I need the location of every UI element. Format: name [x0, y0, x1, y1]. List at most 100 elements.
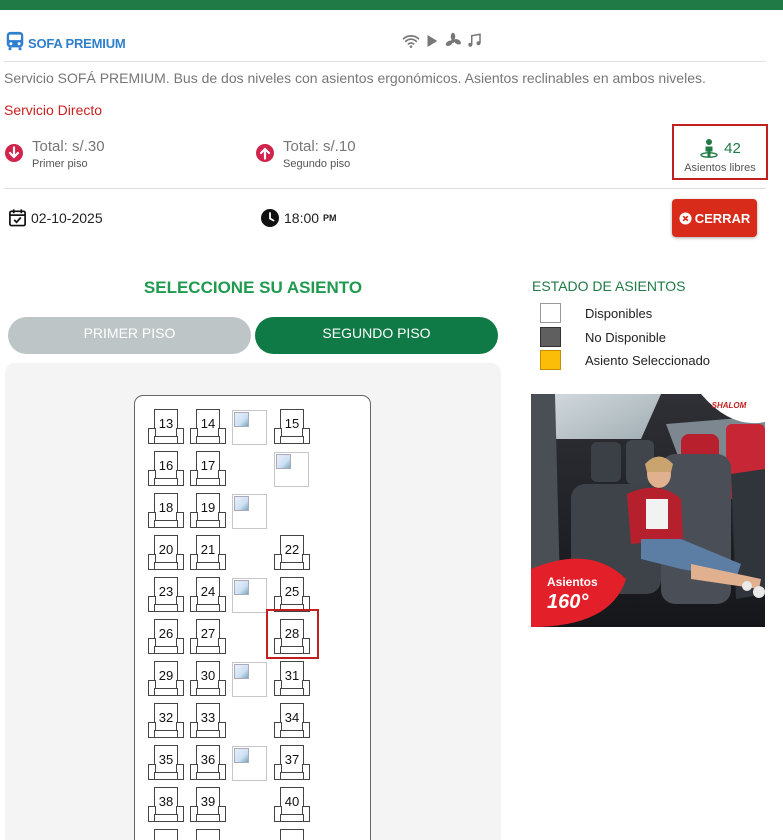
seat-number: 27	[200, 626, 216, 641]
tab-first-floor[interactable]: PRIMER PISO	[8, 317, 251, 354]
free-seats-count: 42	[724, 139, 741, 157]
seat[interactable]: 21	[190, 534, 226, 571]
seat-number: 26	[158, 626, 174, 641]
seat[interactable]: 17	[190, 450, 226, 487]
play-icon	[427, 35, 438, 47]
broken-image-icon	[232, 746, 267, 781]
tab-second-floor[interactable]: SEGUNDO PISO	[255, 317, 498, 354]
seat-number: 35	[158, 752, 174, 767]
promo-bus-interior-image: SHALOM Asientos 160°	[531, 394, 765, 627]
seat-outline-icon	[196, 829, 220, 840]
trip-time-value: 18:00	[284, 210, 320, 226]
select-seat-title: SELECCIONE SU ASIENTO	[143, 278, 363, 297]
seat-outline-icon	[280, 829, 304, 840]
seat[interactable]: 36	[190, 744, 226, 781]
seat[interactable]: 25	[274, 576, 310, 613]
wifi-icon	[402, 35, 420, 48]
legend-swatch-selected	[540, 350, 561, 370]
promo-brand: SHALOM	[712, 401, 747, 410]
seat[interactable]: 34	[274, 702, 310, 739]
seat[interactable]: 37	[274, 744, 310, 781]
music-icon	[468, 33, 481, 47]
fan-icon	[445, 32, 461, 46]
seat[interactable]: 14	[190, 408, 226, 445]
seat[interactable]	[190, 828, 226, 840]
price-first-total: Total: s/.30	[32, 138, 105, 155]
seat-number: 40	[284, 794, 300, 809]
broken-image-icon	[274, 452, 309, 487]
seat[interactable]: 32	[148, 702, 184, 739]
arrow-up-circle-icon	[256, 144, 274, 162]
legend-unavailable: No Disponible	[540, 327, 666, 347]
trip-date-value: 02-10-2025	[31, 209, 103, 226]
seat[interactable]: 31	[274, 660, 310, 697]
divider	[4, 188, 766, 189]
seat-number: 21	[200, 542, 216, 557]
seat-number: 33	[200, 710, 216, 725]
broken-image-icon	[232, 410, 267, 445]
bus-icon	[6, 31, 24, 51]
seat-number: 19	[200, 500, 216, 515]
close-button-label: CERRAR	[694, 210, 751, 226]
seat-number: 36	[200, 752, 216, 767]
seat-number: 13	[158, 416, 174, 431]
seat[interactable]: 20	[148, 534, 184, 571]
seat-number: 32	[158, 710, 174, 725]
seat[interactable]: 24	[190, 576, 226, 613]
legend-label-available: Disponibles	[585, 305, 653, 321]
trip-time: 18:00 PM	[260, 208, 337, 228]
legend-available: Disponibles	[540, 303, 652, 323]
trip-date: 02-10-2025	[8, 208, 103, 227]
seat-number: 39	[200, 794, 216, 809]
legend-label-selected: Asiento Seleccionado	[585, 352, 711, 368]
seat[interactable]: 39	[190, 786, 226, 823]
seat[interactable]: 29	[148, 660, 184, 697]
seat[interactable]	[274, 828, 310, 840]
top-bar	[0, 0, 783, 10]
seat-number: 15	[284, 416, 300, 431]
legend-title: ESTADO DE ASIENTOS	[532, 278, 686, 294]
seat[interactable]: 13	[148, 408, 184, 445]
seat-highlight	[266, 609, 319, 659]
seat[interactable]: 38	[148, 786, 184, 823]
seat-outline-icon	[154, 829, 178, 840]
promo-banner: SHALOM Asientos 160°	[531, 394, 765, 627]
broken-image-icon	[232, 494, 267, 529]
seat-number: 25	[284, 584, 300, 599]
seat[interactable]	[148, 828, 184, 840]
legend-swatch-unavailable	[540, 327, 561, 347]
close-circle-icon	[679, 211, 692, 225]
seat[interactable]: 26	[148, 618, 184, 655]
legend-label-unavailable: No Disponible	[585, 329, 666, 345]
legend-swatch-available	[540, 303, 561, 323]
service-description: Servicio SOFÁ PREMIUM. Bus de dos nivele…	[4, 70, 706, 86]
seat[interactable]: 18	[148, 492, 184, 529]
legend-selected: Asiento Seleccionado	[540, 350, 710, 370]
calendar-check-icon	[9, 209, 26, 227]
seat[interactable]: 35	[148, 744, 184, 781]
close-button[interactable]: CERRAR	[672, 199, 757, 237]
seat-number: 17	[200, 458, 216, 473]
seat[interactable]: 15	[274, 408, 310, 445]
seat[interactable]: 23	[148, 576, 184, 613]
seat[interactable]: 40	[274, 786, 310, 823]
person-seat-icon	[700, 139, 718, 158]
promo-line2: 160°	[547, 591, 589, 613]
seat[interactable]: 16	[148, 450, 184, 487]
seat[interactable]: 33	[190, 702, 226, 739]
free-seats-label: Asientos libres	[684, 162, 756, 174]
seat-number: 20	[158, 542, 174, 557]
seat[interactable]: 27	[190, 618, 226, 655]
broken-image-icon	[232, 662, 267, 697]
promo-line1: Asientos	[547, 575, 598, 589]
seat[interactable]: 30	[190, 660, 226, 697]
arrow-down-circle-icon	[5, 144, 23, 162]
seat-number: 16	[158, 458, 174, 473]
seat-number: 34	[284, 710, 300, 725]
price-second-total: Total: s/.10	[283, 138, 356, 155]
seat-number: 37	[284, 752, 300, 767]
seat-number: 30	[200, 668, 216, 683]
price-second-label: Segundo piso	[283, 158, 351, 170]
seat[interactable]: 19	[190, 492, 226, 529]
seat[interactable]: 22	[274, 534, 310, 571]
